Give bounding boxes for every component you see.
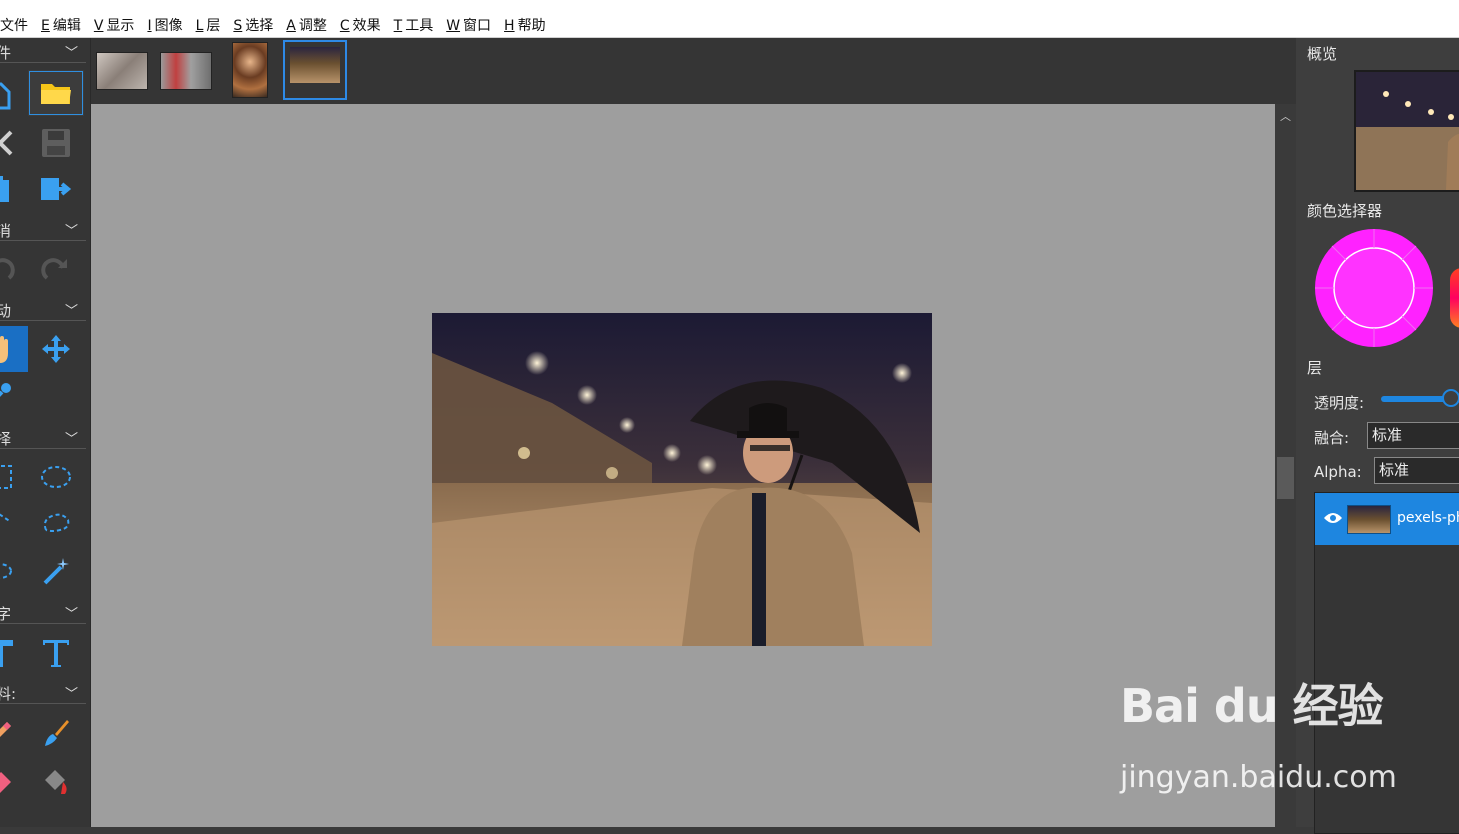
overview-title: 概览 [1307,45,1338,63]
canvas-image[interactable] [432,313,932,646]
alpha-mode-select[interactable]: 标准 [1374,457,1459,484]
toolbox: 件 ﹀ 消 ﹀ 动 ﹀ 择 ﹀ 字 ﹀ 料: ﹀ [0,38,91,827]
magic-wand-icon[interactable] [28,548,84,594]
layer-name: pexels-ph [1397,510,1459,526]
menu-adjust[interactable]: A 调整 [280,15,334,35]
menu-window[interactable]: W 窗口 [440,15,498,35]
chevron-down-icon: ﹀ [64,432,78,447]
color-picker-title: 颜色选择器 [1307,202,1383,220]
image-tab-thumbnail[interactable] [232,42,268,98]
layers-title: 层 [1307,359,1323,377]
image-tabs-strip [91,38,1296,104]
free-select-icon[interactable] [0,548,28,594]
section-label: 件 [0,44,12,62]
menu-tools[interactable]: T 工具 [388,15,441,35]
opacity-label: 透明度: [1314,394,1365,412]
save-icon[interactable] [28,120,84,166]
menu-edit[interactable]: E 编辑 [35,15,88,35]
lasso-icon[interactable] [28,500,84,546]
toolbox-section-select[interactable]: 择 ﹀ [0,426,86,449]
section-label: 动 [0,302,12,320]
eraser-icon[interactable] [0,758,28,804]
toolbox-section-paint[interactable]: 料: ﹀ [0,681,86,704]
eyedropper-icon[interactable] [0,371,28,417]
opacity-slider-handle[interactable] [1442,389,1459,407]
alpha-label: Alpha: [1314,463,1362,481]
export-icon[interactable] [28,166,84,212]
menu-select[interactable]: S 选择 [227,15,280,35]
hand-icon[interactable] [0,326,28,372]
layer-row[interactable]: pexels-ph [1315,493,1459,545]
blend-label: 融合: [1314,429,1350,447]
scroll-up-icon[interactable]: ︿ [1275,108,1296,124]
chevron-down-icon: ﹀ [64,224,78,239]
toolbox-section-move[interactable]: 动 ﹀ [0,298,86,321]
text-icon[interactable] [28,630,84,676]
menu-view[interactable]: V 显示 [88,15,142,35]
watermark-url: jingyan.baidu.com [1120,760,1397,795]
toolbox-section-file[interactable]: 件 ﹀ [0,40,86,63]
section-label: 择 [0,430,12,448]
blend-mode-select[interactable]: 标准 [1367,422,1459,449]
eye-icon[interactable] [1323,511,1343,529]
menu-effects[interactable]: C 效果 [334,15,388,35]
layer-thumbnail [1347,505,1391,534]
scrollbar-thumb[interactable] [1277,457,1294,499]
rect-select-icon[interactable] [0,454,28,500]
toolbox-section-undo[interactable]: 消 ﹀ [0,218,86,241]
brush-icon[interactable] [28,710,84,756]
pencil-icon[interactable] [0,710,28,756]
menu-help[interactable]: H 帮助 [498,15,553,35]
paint-bucket-icon[interactable] [28,758,84,804]
overview-preview[interactable] [1354,70,1459,192]
chevron-down-icon: ﹀ [64,304,78,319]
move-icon[interactable] [28,326,84,372]
chevron-down-icon: ﹀ [64,607,78,622]
polygon-select-icon[interactable] [0,500,28,546]
chevron-down-icon: ﹀ [64,46,78,61]
color-wheel-primary[interactable] [1314,228,1434,348]
image-tab-thumbnail[interactable] [96,52,148,90]
chevron-down-icon: ﹀ [64,687,78,702]
menu-list: 文件 E 编辑 V 显示 I 图像 L层 S 选择 A 调整 C 效果 T 工具 W 窗口 H帮… [0,15,553,35]
menu-file[interactable]: 文件 [0,15,35,35]
section-label: 料: [0,685,17,703]
redo-icon[interactable] [28,248,84,294]
text-bold-icon[interactable] [0,630,28,676]
ellipse-select-icon[interactable] [28,454,84,500]
toolbox-section-text[interactable]: 字 ﹀ [0,601,86,624]
section-label: 字 [0,605,12,623]
close-icon[interactable] [0,120,28,166]
menu-layer[interactable]: L层 [190,15,228,35]
clipboard-icon[interactable] [0,166,28,212]
image-tab-thumbnail-active[interactable] [283,40,347,100]
section-label: 消 [0,222,12,240]
image-tab-thumbnail[interactable] [160,52,212,90]
watermark-logo: Bai du 经验 [1120,679,1384,733]
menu-bar: 文件 E 编辑 V 显示 I 图像 L层 S 选择 A 调整 C 效果 T 工具 W 窗口 H帮… [0,0,1459,38]
color-wheel-secondary[interactable] [1450,268,1459,328]
new-file-icon[interactable] [0,72,28,118]
undo-icon[interactable] [0,248,28,294]
open-folder-icon[interactable] [28,70,84,116]
menu-image[interactable]: I 图像 [141,15,189,35]
